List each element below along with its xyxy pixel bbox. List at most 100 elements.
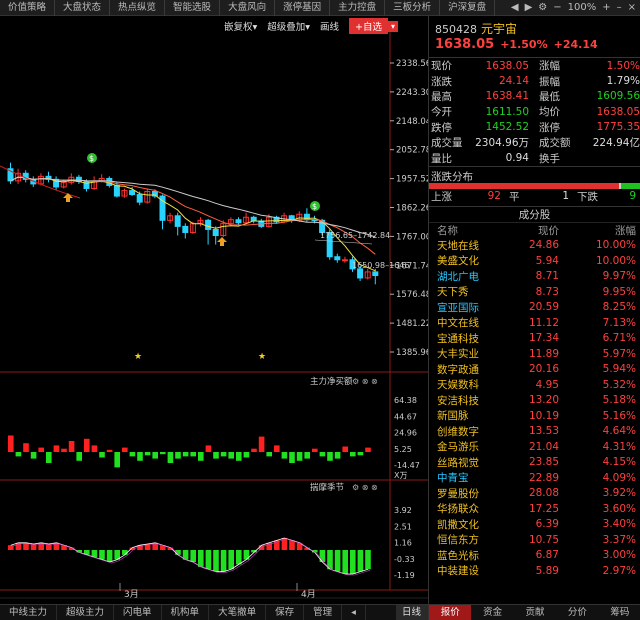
zoom-out-icon[interactable]: − [553, 2, 561, 13]
quote-value: 1.50% [606, 59, 640, 72]
indicator-tab[interactable]: 机构单 [162, 604, 210, 620]
quote-label: 振幅 [539, 75, 560, 88]
constituent-name[interactable]: 创维数字 [429, 424, 499, 439]
nav-tab[interactable]: 三板分析 [385, 0, 441, 16]
watchlist-dropdown-icon[interactable]: ▾ [387, 20, 398, 32]
add-watchlist-button[interactable]: +自选 [349, 18, 388, 34]
right-tab[interactable]: 报价 [429, 605, 472, 620]
constituent-name[interactable]: 数字政通 [429, 362, 499, 377]
constituent-name[interactable]: 美盛文化 [429, 253, 499, 268]
indicator-settings-icon[interactable]: ⚙ ⊗ ⊗ [352, 377, 378, 386]
constituent-row[interactable]: 天地在线 24.86 10.00% [429, 238, 640, 254]
constituent-name[interactable]: 罗曼股份 [429, 486, 499, 501]
settings-icon[interactable]: ⚙ [538, 2, 547, 13]
col-change[interactable]: 涨幅 [559, 223, 640, 238]
indicator-tab[interactable]: 中线主力 [0, 604, 58, 620]
constituent-name[interactable]: 恒信东方 [429, 532, 499, 547]
constituent-row[interactable]: 安洁科技 13.20 5.18% [429, 393, 640, 409]
col-price[interactable]: 现价 [499, 223, 559, 238]
constituent-row[interactable]: 凯撒文化 6.39 3.40% [429, 517, 640, 533]
constituent-row[interactable]: 宣亚国际 20.59 8.25% [429, 300, 640, 316]
net-buy-bar [76, 452, 82, 461]
indicator-tab[interactable]: 管理 [304, 604, 343, 620]
constituent-row[interactable]: 中文在线 11.12 7.13% [429, 315, 640, 331]
minimize-button[interactable]: – [617, 2, 622, 13]
constituent-name[interactable]: 天下秀 [429, 284, 499, 299]
col-name[interactable]: 名称 [429, 223, 499, 238]
zoom-in-icon[interactable]: + [602, 2, 610, 13]
constituent-row[interactable]: 创维数字 13.53 4.64% [429, 424, 640, 440]
constituent-name[interactable]: 华扬联众 [429, 501, 499, 516]
right-tab[interactable]: 筹码 [599, 605, 640, 620]
constituent-row[interactable]: 大丰实业 11.89 5.97% [429, 346, 640, 362]
nav-right-arrow-icon[interactable]: ▶ [525, 2, 533, 13]
constituent-name[interactable]: 蓝色光标 [429, 548, 499, 563]
constituent-name[interactable]: 丝路视觉 [429, 455, 499, 470]
indicator-tab[interactable]: 保存 [266, 604, 305, 620]
nav-tab[interactable]: 大盘风向 [220, 0, 276, 16]
constituent-name[interactable]: 凯撒文化 [429, 517, 499, 532]
constituent-row[interactable]: 中装建设 5.89 2.97% [429, 563, 640, 579]
nav-tab[interactable]: 大盘状态 [55, 0, 111, 16]
indicator-tab[interactable]: 超级主力 [57, 604, 115, 620]
close-button[interactable]: × [628, 2, 636, 13]
constituent-row[interactable]: 宝通科技 17.34 6.71% [429, 331, 640, 347]
right-tab[interactable]: 分价 [556, 605, 598, 620]
constituent-change: 8.25% [602, 301, 636, 314]
indicator-tab[interactable]: 大笔撤单 [209, 604, 267, 620]
quote-row: 最高 1638.41 最低 1609.56 [429, 89, 640, 104]
constituent-name[interactable]: 安洁科技 [429, 393, 499, 408]
constituent-name[interactable]: 宣亚国际 [429, 300, 499, 315]
constituent-price: 21.04 [528, 440, 559, 453]
indicator-settings-icon[interactable]: ⚙ ⊗ ⊗ [352, 483, 378, 492]
constituent-row[interactable]: 美盛文化 5.94 10.00% [429, 253, 640, 269]
constituent-row[interactable]: 金马游乐 21.04 4.31% [429, 439, 640, 455]
constituent-row[interactable]: 恒信东方 10.75 3.37% [429, 532, 640, 548]
constituent-row[interactable]: 数字政通 20.16 5.94% [429, 362, 640, 378]
overlay-button[interactable]: 超级叠加▾ [267, 19, 310, 33]
net-buy-bar [327, 452, 333, 461]
constituent-name[interactable]: 新国脉 [429, 408, 499, 423]
constituent-name[interactable]: 大丰实业 [429, 346, 499, 361]
net-buy-bar [342, 446, 348, 452]
constituent-row[interactable]: 蓝色光标 6.87 3.00% [429, 548, 640, 564]
ind1-axis-label: 44.67 [394, 412, 417, 421]
nav-tab[interactable]: 热点纵览 [110, 0, 166, 16]
constituent-name[interactable]: 天娱数科 [429, 377, 499, 392]
constituent-name[interactable]: 中装建设 [429, 563, 499, 578]
nav-tab[interactable]: 智能选股 [165, 0, 221, 16]
constituent-name[interactable]: 中青宝 [429, 470, 499, 485]
right-tab[interactable]: 资金 [471, 605, 513, 620]
constituent-name[interactable]: 湖北广电 [429, 269, 499, 284]
nav-tab[interactable]: 涨停基因 [275, 0, 331, 16]
quote-row: 涨跌 24.14 振幅 1.79% [429, 73, 640, 88]
nav-tab[interactable]: 价值策略 [0, 0, 56, 16]
constituent-name[interactable]: 金马游乐 [429, 439, 499, 454]
constituent-row[interactable]: 罗曼股份 28.08 3.92% [429, 486, 640, 502]
more-indicators-icon[interactable]: ◂ [342, 604, 366, 620]
constituent-row[interactable]: 华扬联众 17.25 3.60% [429, 501, 640, 517]
period-daily-tab[interactable]: 日线 [395, 604, 428, 620]
net-buy-bar [8, 435, 14, 452]
sell-signal-glyph: $ [312, 202, 317, 211]
constituent-row[interactable]: 湖北广电 8.71 9.97% [429, 269, 640, 285]
draw-line-button[interactable]: 画线 [320, 19, 339, 33]
constituent-row[interactable]: 新国脉 10.19 5.16% [429, 408, 640, 424]
nav-left-arrow-icon[interactable]: ◀ [511, 2, 519, 13]
constituent-name[interactable]: 宝通科技 [429, 331, 499, 346]
constituent-row[interactable]: 中青宝 22.89 4.09% [429, 470, 640, 486]
constituent-row[interactable]: 丝路视觉 23.85 4.15% [429, 455, 640, 471]
net-buy-bar [274, 445, 280, 452]
fuquan-button[interactable]: 嵌复权▾ [224, 19, 257, 33]
kline-chart[interactable]: 2338.56 2243.30 2148.04 2052.78 1957.52 1862.… [0, 16, 428, 604]
season-bar [190, 550, 196, 562]
constituent-row[interactable]: 天下秀 8.73 9.95% [429, 284, 640, 300]
constituent-name[interactable]: 天地在线 [429, 238, 499, 253]
indicator-tab[interactable]: 闪电单 [114, 604, 162, 620]
right-tab[interactable]: 贡献 [514, 605, 556, 620]
constituent-row[interactable]: 天娱数科 4.95 5.32% [429, 377, 640, 393]
nav-tab[interactable]: 主力控盘 [330, 0, 386, 16]
constituent-name[interactable]: 中文在线 [429, 315, 499, 330]
buy-arrow-icon [63, 193, 73, 202]
nav-tab[interactable]: 沪深复盘 [440, 0, 496, 16]
